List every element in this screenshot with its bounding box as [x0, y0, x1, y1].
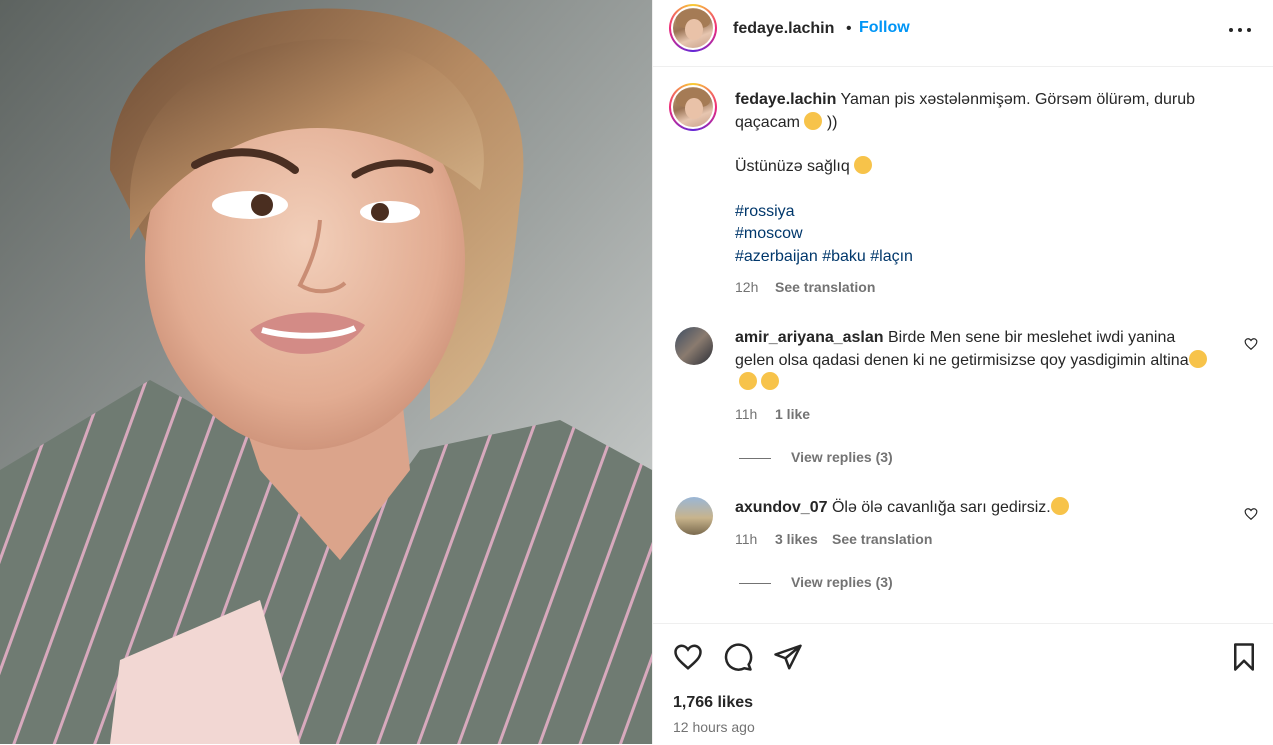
author-username[interactable]: fedaye.lachin [733, 20, 834, 38]
tears-of-joy-icon [1188, 349, 1207, 368]
see-translation-link[interactable]: See translation [775, 279, 875, 295]
hashtag[interactable]: #baku [822, 248, 866, 265]
comment-avatar[interactable] [675, 497, 713, 535]
comment-username[interactable]: axundov_07 [735, 499, 827, 516]
hugging-face-icon [854, 156, 873, 174]
post-caption: fedaye.lachin Yaman pis xəstələnmişəm. G… [735, 89, 1225, 268]
comment-likes[interactable]: 3 likes [775, 531, 818, 547]
comment-timestamp[interactable]: 11h [735, 531, 757, 547]
hashtag[interactable]: #moscow [735, 225, 803, 242]
comment-timestamp[interactable]: 11h [735, 406, 757, 422]
caption-username[interactable]: fedaye.lachin [735, 91, 836, 108]
comment-username[interactable]: amir_ariyana_aslan [735, 329, 884, 346]
hashtag[interactable]: #laçın [870, 248, 913, 265]
view-replies-button[interactable]: View replies (3) [791, 449, 893, 465]
replies-divider [739, 458, 771, 459]
comment-item: amir_ariyana_aslan Birde Men sene bir me… [735, 327, 1215, 395]
replies-divider [739, 583, 771, 584]
share-icon[interactable] [773, 642, 803, 672]
tears-of-joy-icon [761, 372, 779, 390]
comment-avatar[interactable] [675, 327, 713, 365]
comments-scroll-area[interactable]: fedaye.lachin Yaman pis xəstələnmişəm. G… [653, 67, 1273, 623]
comment-text: Ölə ölə cavanlığa sarı gedirsiz. [831, 499, 1051, 516]
post-header: fedaye.lachin • Follow [653, 0, 1273, 67]
separator-dot: • [846, 20, 852, 37]
heart-icon[interactable] [673, 642, 703, 672]
comment-likes[interactable]: 1 like [775, 406, 810, 422]
post-actions-bar: 1,766 likes 12 hours ago [653, 623, 1273, 745]
caption-text-2: Üstünüzə sağlıq [735, 158, 850, 175]
bookmark-icon[interactable] [1229, 642, 1259, 672]
post-photo [0, 0, 652, 744]
more-horizontal-icon[interactable] [1227, 14, 1257, 44]
follow-button[interactable]: Follow [859, 19, 910, 37]
likes-count[interactable]: 1,766 likes [673, 694, 753, 712]
comment-icon[interactable] [723, 642, 753, 672]
caption-timestamp[interactable]: 12h [735, 279, 758, 295]
heart-icon[interactable] [1244, 337, 1258, 351]
hashtag[interactable]: #azerbaijan [735, 248, 818, 265]
post-details-panel: fedaye.lachin • Follow fedaye.lachin Yam… [652, 0, 1273, 744]
view-replies-button[interactable]: View replies (3) [791, 574, 893, 590]
post-timestamp[interactable]: 12 hours ago [673, 719, 755, 735]
caption-text-end: )) [826, 113, 838, 131]
author-avatar[interactable] [669, 4, 717, 52]
caption-avatar[interactable] [669, 83, 717, 131]
hashtag[interactable]: #rossiya [735, 203, 795, 220]
tears-of-joy-icon [739, 372, 757, 390]
tears-of-joy-icon [1050, 497, 1069, 515]
heart-icon[interactable] [1244, 507, 1258, 521]
comment-item: axundov_07 Ölə ölə cavanlığa sarı gedirs… [735, 497, 1215, 520]
see-translation-link[interactable]: See translation [832, 531, 932, 547]
post-image[interactable] [0, 0, 652, 744]
thinking-face-icon [804, 111, 823, 130]
